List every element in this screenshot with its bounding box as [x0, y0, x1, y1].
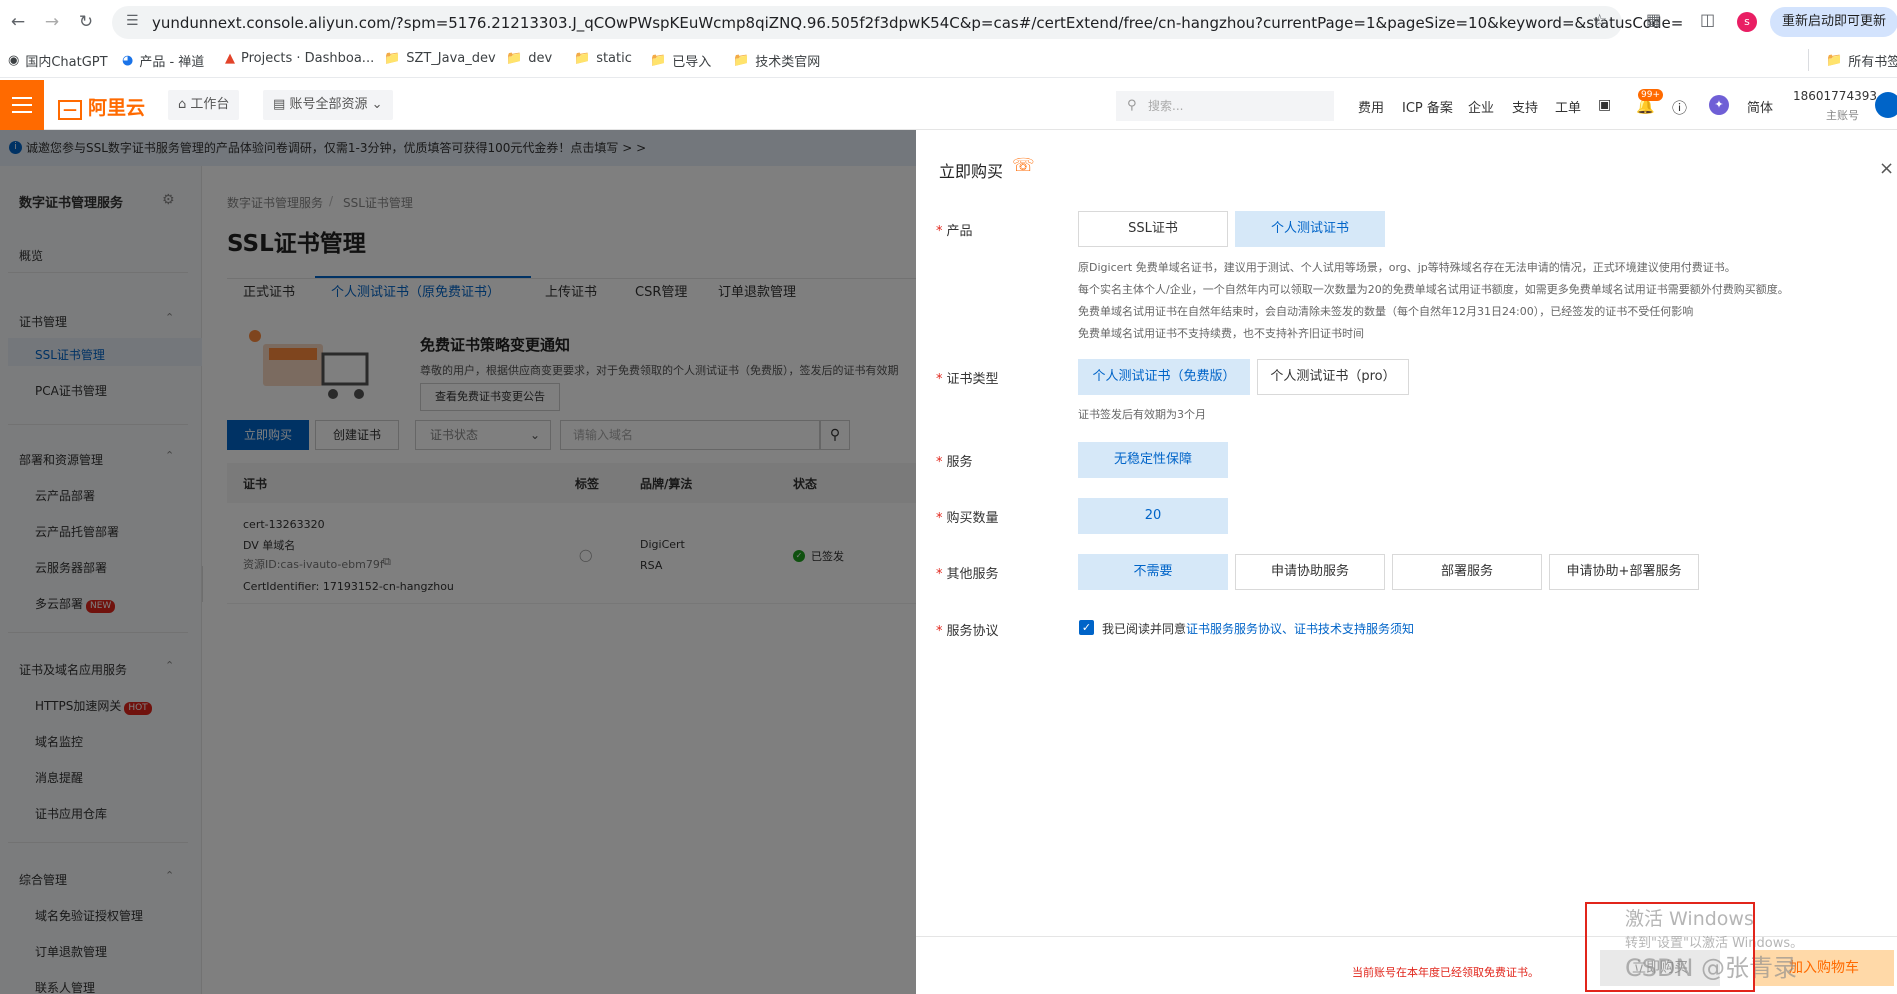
site-info-icon[interactable]: ☰ — [126, 13, 139, 29]
folder-icon: 📁 — [733, 53, 750, 68]
menu-icon-line — [12, 111, 32, 113]
option-free-edition[interactable]: 个人测试证书（免费版） — [1078, 359, 1250, 395]
option-deploy[interactable]: 部署服务 — [1392, 554, 1542, 590]
option-assist-deploy[interactable]: 申请协助+部署服务 — [1549, 554, 1699, 590]
account-role: 主账号 — [1826, 109, 1859, 122]
option-no-stability-guarantee[interactable]: 无稳定性保障 — [1078, 442, 1228, 478]
required-mark: * — [936, 511, 943, 526]
header-search-input[interactable]: ⚲ 搜索... — [1116, 91, 1334, 121]
option-pro-edition[interactable]: 个人测试证书（pro） — [1257, 359, 1409, 395]
field-label: * 购买数量 — [936, 511, 999, 526]
drawer-title: 立即购买 — [939, 162, 1004, 181]
option-ssl-cert[interactable]: SSL证书 — [1078, 211, 1228, 247]
required-mark: * — [936, 455, 943, 470]
field-label: * 产品 — [936, 224, 973, 239]
menu-button[interactable] — [0, 80, 44, 130]
browser-toolbar: ← → ↻ ☰ yundunnext.console.aliyun.com/?s… — [0, 0, 1897, 44]
header-link-ticket[interactable]: 工单 — [1555, 97, 1581, 116]
update-button[interactable]: 重新启动即可更新 — [1770, 7, 1897, 37]
modal-mask[interactable] — [0, 130, 916, 994]
bookmark-folder[interactable]: 📁 dev — [506, 51, 552, 66]
agreement-separator: 、 — [1282, 622, 1295, 636]
reload-icon[interactable]: ↻ — [74, 10, 98, 34]
language-switch[interactable]: 简体 — [1747, 97, 1773, 116]
agreement-checkbox[interactable]: ✓ — [1079, 620, 1094, 635]
required-mark: * — [936, 624, 943, 639]
all-bookmarks[interactable]: 📁 所有书签 — [1826, 51, 1897, 70]
folder-icon: 📁 — [506, 51, 523, 66]
extensions-icon[interactable]: ▦ — [1646, 10, 1661, 29]
field-label: * 服务协议 — [936, 624, 999, 639]
menu-icon — [12, 97, 32, 99]
buy-drawer: 立即购买 ☏ × * 产品 SSL证书 个人测试证书 原Digicert 免费单域… — [916, 130, 1897, 994]
folder-icon: 📁 — [1826, 53, 1843, 68]
bookmark-folder[interactable]: 📁 SZT_Java_dev — [384, 51, 496, 66]
agreement-text: 我已阅读并同意证书服务服务协议、证书技术支持服务须知 — [1102, 622, 1415, 636]
quantity-value[interactable]: 20 — [1078, 498, 1228, 534]
field-label: * 服务 — [936, 455, 973, 470]
product-description-line: 免费单域名试用证书不支持续费，也不支持补齐旧证书时间 — [1078, 327, 1364, 340]
service-agreement-link[interactable]: 证书服务服务协议 — [1186, 622, 1282, 636]
bookmark-item[interactable]: ◕ 产品 - 禅道 — [122, 51, 204, 70]
option-apply-assist[interactable]: 申请协助服务 — [1235, 554, 1385, 590]
headset-icon[interactable]: ☏ — [1012, 155, 1035, 176]
address-bar[interactable]: ☰ yundunnext.console.aliyun.com/?spm=517… — [112, 6, 1683, 39]
required-mark: * — [936, 372, 943, 387]
quota-warning: 当前账号在本年度已经领取免费证书。 — [1352, 966, 1539, 979]
zentao-icon: ◕ — [122, 53, 134, 68]
header-link-icp[interactable]: ICP 备案 — [1402, 97, 1453, 116]
workbench-button[interactable]: ⌂ 工作台 — [168, 90, 240, 120]
logo-mark-icon: — — [58, 100, 82, 120]
search-icon: ⚲ — [1127, 98, 1137, 113]
help-icon[interactable]: ⓘ — [1672, 97, 1687, 118]
option-not-needed[interactable]: 不需要 — [1078, 554, 1228, 590]
side-panel-icon[interactable]: ◫ — [1700, 10, 1715, 29]
user-avatar[interactable] — [1875, 92, 1897, 118]
bookmark-folder[interactable]: 📁 技术类官网 — [733, 51, 820, 70]
bookmark-folder[interactable]: 📁 已导入 — [650, 51, 711, 70]
header-link-enterprise[interactable]: 企业 — [1468, 97, 1494, 116]
product-description-line: 原Digicert 免费单域名证书，建议用于测试、个人试用等场景，org、jp等… — [1078, 261, 1736, 274]
forward-arrow-icon[interactable]: → — [40, 10, 64, 34]
bookmark-folder[interactable]: 📁 static — [574, 51, 632, 66]
folder-icon: 📁 — [650, 53, 667, 68]
gitlab-icon: ▲ — [225, 51, 235, 66]
product-description-line: 免费单域名试用证书在自然年结束时，会自动清除未签发的数量（每个自然年12月31日… — [1078, 305, 1694, 318]
menu-icon-line — [12, 104, 32, 106]
notification-badge: 99+ — [1638, 89, 1663, 101]
bookmark-item[interactable]: ◉ 国内ChatGPT — [8, 51, 108, 70]
header-link-support[interactable]: 支持 — [1512, 97, 1538, 116]
product-description-line: 每个实名主体个人/企业，一个自然年内可以领取一次数量为20的免费单域名试用证书额… — [1078, 283, 1789, 296]
home-icon: ⌂ — [178, 97, 187, 112]
highlight-box — [1585, 902, 1755, 992]
chatgpt-icon: ◉ — [8, 53, 20, 68]
terminal-icon[interactable]: ▣ — [1598, 97, 1611, 113]
bookmarks-bar: ◉ 国内ChatGPT ◕ 产品 - 禅道 ▲ Projects · Dashboa.… — [0, 44, 1897, 78]
profile-avatar[interactable]: s — [1737, 12, 1757, 32]
folder-icon: 📁 — [384, 51, 401, 66]
resource-select[interactable]: ▤ 账号全部资源 ⌄ — [263, 90, 393, 120]
bookmark-divider — [1808, 49, 1809, 71]
folder-icon: 📁 — [574, 51, 591, 66]
field-label: * 其他服务 — [936, 567, 999, 582]
star-icon[interactable]: ☆ — [1592, 11, 1607, 31]
assistant-icon[interactable]: ✦ — [1709, 95, 1729, 115]
required-mark: * — [936, 567, 943, 582]
cert-type-description: 证书签发后有效期为3个月 — [1078, 408, 1206, 421]
field-label: * 证书类型 — [936, 372, 999, 387]
account-id[interactable]: 18601774393 — [1793, 89, 1877, 103]
close-icon[interactable]: × — [1879, 158, 1894, 179]
header-link-fees[interactable]: 费用 — [1358, 97, 1384, 116]
required-mark: * — [936, 224, 943, 239]
option-personal-test-cert[interactable]: 个人测试证书 — [1235, 211, 1385, 247]
back-arrow-icon[interactable]: ← — [6, 10, 30, 34]
resource-icon: ▤ — [273, 97, 286, 112]
aliyun-logo[interactable]: — 阿里云 — [58, 93, 145, 120]
support-terms-link[interactable]: 证书技术支持服务须知 — [1294, 622, 1414, 636]
chevron-down-icon: ⌄ — [371, 97, 383, 112]
bookmark-item[interactable]: ▲ Projects · Dashboa... — [225, 51, 374, 66]
url-text: yundunnext.console.aliyun.com/?spm=5176.… — [152, 14, 1684, 32]
